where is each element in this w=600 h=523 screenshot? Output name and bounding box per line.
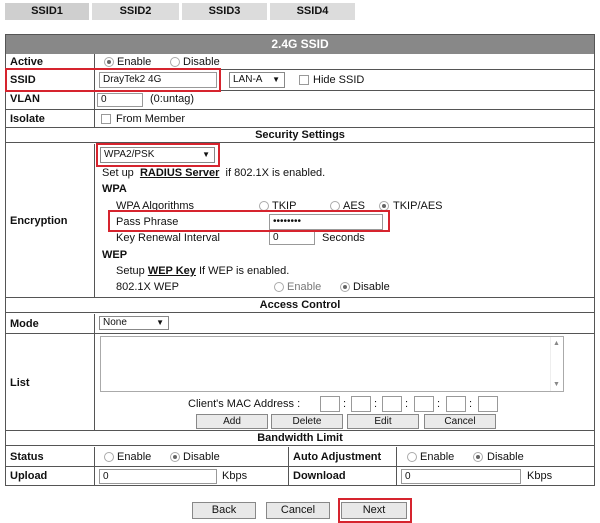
- status-label: Status: [10, 451, 44, 463]
- mac-octet-6[interactable]: [478, 396, 498, 412]
- upload-label: Upload: [10, 470, 48, 482]
- hide-ssid-label: Hide SSID: [313, 74, 365, 86]
- auto-disable-label: Disable: [487, 451, 524, 463]
- wep-enable-label: Enable: [287, 281, 322, 293]
- radius-server-link[interactable]: RADIUS Server: [140, 167, 219, 179]
- tab-ssid1[interactable]: SSID1: [5, 3, 90, 20]
- delete-button[interactable]: Delete: [271, 414, 343, 429]
- cancel-button[interactable]: Cancel: [266, 502, 330, 519]
- wpa-title: WPA: [102, 183, 127, 195]
- status-enable-radio[interactable]: [104, 452, 114, 462]
- access-cancel-button[interactable]: Cancel: [424, 414, 496, 429]
- dropdown-arrow-icon: ▼: [156, 318, 164, 327]
- lan-select[interactable]: LAN-A ▼: [229, 72, 285, 88]
- upload-input[interactable]: 0: [99, 469, 217, 484]
- encryption-highlight: [96, 143, 220, 167]
- mode-label: Mode: [10, 318, 39, 330]
- mac-octet-2[interactable]: [351, 396, 371, 412]
- upload-unit: Kbps: [222, 470, 248, 482]
- wep-disable-label: Disable: [353, 281, 390, 293]
- auto-adjustment-label: Auto Adjustment: [293, 451, 382, 463]
- wep-disable-radio[interactable]: [340, 282, 350, 292]
- download-input[interactable]: 0: [401, 469, 521, 484]
- active-disable-radio[interactable]: [170, 57, 180, 67]
- key-renewal-label: Key Renewal Interval: [116, 232, 220, 244]
- mac-address-label: Client's MAC Address :: [188, 398, 301, 410]
- scroll-up-icon[interactable]: ▲: [553, 340, 560, 347]
- next-highlight: [338, 498, 412, 523]
- active-enable-label: Enable: [117, 56, 152, 68]
- wep-setup-text: Setup WEP Key If WEP is enabled.: [116, 265, 290, 277]
- scroll-down-icon[interactable]: ▼: [553, 381, 560, 388]
- download-unit: Kbps: [527, 470, 553, 482]
- isolate-label: Isolate: [10, 113, 45, 125]
- mac-octet-4[interactable]: [414, 396, 434, 412]
- auto-enable-radio[interactable]: [407, 452, 417, 462]
- security-settings-title: Security Settings: [6, 127, 594, 143]
- ssid-highlight: [5, 68, 221, 92]
- radius-setup-text: Set up RADIUS Server if 802.1X is enable…: [102, 167, 326, 179]
- bandwidth-limit-title: Bandwidth Limit: [6, 430, 594, 446]
- encryption-label: Encryption: [10, 215, 68, 227]
- wep-8021x-label: 802.1X WEP: [116, 281, 179, 293]
- hide-ssid-checkbox[interactable]: [299, 75, 309, 85]
- mac-octet-5[interactable]: [446, 396, 466, 412]
- scrollbar[interactable]: ▲ ▼: [550, 337, 563, 391]
- download-label: Download: [293, 470, 346, 482]
- status-disable-radio[interactable]: [170, 452, 180, 462]
- alg-tkip-aes-label: TKIP/AES: [393, 200, 443, 212]
- panel-title: 2.4G SSID: [6, 35, 594, 54]
- mac-octet-1[interactable]: [320, 396, 340, 412]
- mac-octet-3[interactable]: [382, 396, 402, 412]
- wep-enable-radio[interactable]: [274, 282, 284, 292]
- tab-ssid4[interactable]: SSID4: [270, 3, 356, 20]
- pass-phrase-highlight: [108, 210, 390, 232]
- tab-ssid2[interactable]: SSID2: [92, 3, 180, 20]
- wep-title: WEP: [102, 249, 128, 261]
- dropdown-arrow-icon: ▼: [272, 75, 280, 84]
- add-button[interactable]: Add: [196, 414, 268, 429]
- status-disable-label: Disable: [183, 451, 220, 463]
- tab-ssid3[interactable]: SSID3: [182, 3, 268, 20]
- list-label: List: [10, 377, 30, 389]
- auto-disable-radio[interactable]: [473, 452, 483, 462]
- auto-enable-label: Enable: [420, 451, 455, 463]
- status-enable-label: Enable: [117, 451, 152, 463]
- access-mode-select[interactable]: None ▼: [99, 316, 169, 330]
- wep-key-link[interactable]: WEP Key: [148, 265, 196, 277]
- back-button[interactable]: Back: [192, 502, 256, 519]
- key-renewal-input[interactable]: 0: [269, 231, 315, 245]
- vlan-hint: (0:untag): [150, 93, 195, 105]
- active-enable-radio[interactable]: [104, 57, 114, 67]
- seconds-label: Seconds: [322, 232, 365, 244]
- from-member-checkbox[interactable]: [101, 114, 111, 124]
- edit-button[interactable]: Edit: [347, 414, 419, 429]
- active-label: Active: [10, 56, 44, 68]
- access-control-title: Access Control: [6, 297, 594, 313]
- active-disable-label: Disable: [183, 56, 220, 68]
- mac-list-textarea[interactable]: ▲ ▼: [100, 336, 564, 392]
- from-member-label: From Member: [116, 113, 186, 125]
- vlan-input[interactable]: 0: [97, 93, 143, 107]
- vlan-label: VLAN: [10, 93, 40, 105]
